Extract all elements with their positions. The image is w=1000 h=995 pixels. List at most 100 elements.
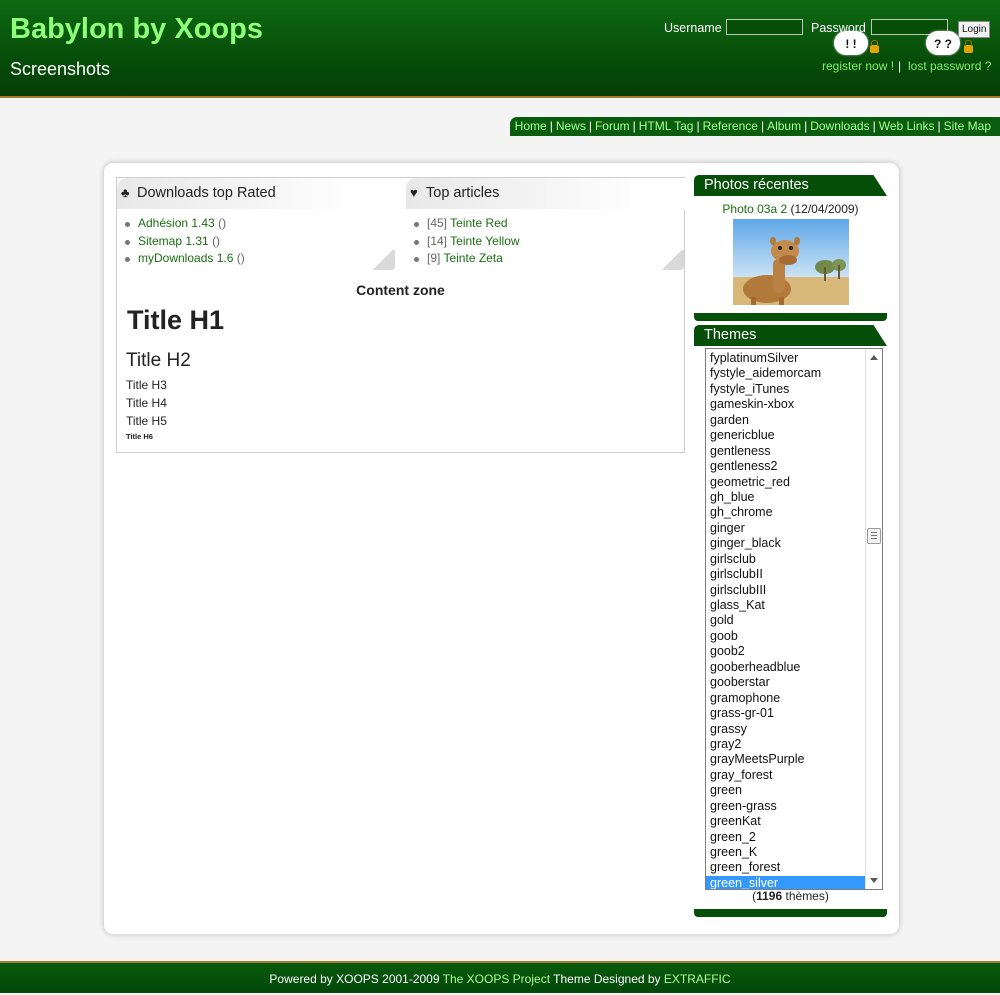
theme-option[interactable]: green-grass [706, 799, 865, 814]
theme-option[interactable]: gentleness [706, 444, 865, 459]
theme-option[interactable]: fystyle_iTunes [706, 382, 865, 397]
theme-option[interactable]: fystyle_aidemorcam [706, 366, 865, 381]
theme-option[interactable]: garden [706, 413, 865, 428]
theme-option[interactable]: grass-gr-01 [706, 706, 865, 721]
list-item: [45] Teinte Red [414, 215, 690, 233]
scrollbar-thumb[interactable] [867, 528, 881, 544]
theme-option[interactable]: gooberstar [706, 675, 865, 690]
center-column: ♣ Downloads top Rated Adhésion 1.43 () S… [116, 177, 690, 453]
lock-icon [870, 40, 879, 53]
heart-icon: ♥ [410, 185, 418, 200]
list-item: [14] Teinte Yellow [414, 233, 690, 251]
theme-option[interactable]: gooberheadblue [706, 660, 865, 675]
theme-option[interactable]: green_K [706, 845, 865, 860]
nav-forum[interactable]: Forum [595, 119, 630, 133]
block-title: Photos récentes [694, 175, 887, 196]
username-input[interactable] [726, 19, 803, 35]
lock-icon [964, 40, 973, 53]
register-link[interactable]: register now ! [822, 59, 894, 73]
recent-photos-block: Photos récentes Photo 03a 2 (12/04/2009) [694, 175, 887, 321]
camel-photo[interactable] [733, 219, 849, 305]
photo-caption: Photo 03a 2 (12/04/2009) [694, 202, 887, 216]
designed-by-text: Theme Designed by [553, 972, 661, 986]
theme-option[interactable]: gold [706, 613, 865, 628]
theme-option[interactable]: green [706, 783, 865, 798]
article-link[interactable]: Teinte Yellow [450, 234, 519, 248]
powered-by-text: Powered by XOOPS 2001-2009 [269, 972, 440, 986]
nav-reference[interactable]: Reference [703, 119, 758, 133]
site-name[interactable]: Babylon by Xoops [10, 13, 263, 46]
theme-option[interactable]: goob [706, 629, 865, 644]
heading-h4: Title H4 [126, 396, 167, 410]
site-slogan: Screenshots [10, 59, 111, 79]
theme-option[interactable]: green_silver [706, 875, 865, 889]
theme-list-scrollbar[interactable] [865, 349, 882, 889]
xoops-project-link[interactable]: The XOOPS Project [443, 972, 550, 986]
content-zone-label: Content zone [356, 282, 445, 298]
login-button[interactable]: Login [958, 21, 991, 38]
theme-option[interactable]: girlsclub [706, 552, 865, 567]
download-link[interactable]: Adhésion 1.43 [138, 216, 215, 230]
downloads-top-rated-block: ♣ Downloads top Rated Adhésion 1.43 () S… [117, 178, 401, 278]
theme-option[interactable]: goob2 [706, 644, 865, 659]
theme-option[interactable]: gameskin-xbox [706, 397, 865, 412]
header-link-separator: | [898, 59, 902, 73]
theme-option[interactable]: gramophone [706, 691, 865, 706]
nav-html-tag[interactable]: HTML Tag [639, 119, 694, 133]
page-curl-decoration [371, 250, 395, 270]
theme-option[interactable]: gray2 [706, 737, 865, 752]
site-footer: Powered by XOOPS 2001-2009 The XOOPS Pro… [0, 961, 1000, 993]
list-item: [9] Teinte Zeta [414, 250, 690, 268]
theme-option[interactable]: geometric_red [706, 475, 865, 490]
nav-downloads[interactable]: Downloads [810, 119, 869, 133]
block-footer [694, 909, 887, 917]
theme-option[interactable]: glass_Kat [706, 598, 865, 613]
register-cloud-icon: ! ! [834, 31, 868, 55]
heading-h2: Title H2 [126, 350, 191, 371]
theme-option[interactable]: fyplatinumSilver [706, 351, 865, 366]
theme-option[interactable]: gh_blue [706, 490, 865, 505]
photo-date: (12/04/2009) [790, 202, 859, 216]
nav-news[interactable]: News [556, 119, 586, 133]
heading-h1: Title H1 [127, 305, 225, 335]
theme-option[interactable]: gentleness2 [706, 459, 865, 474]
scroll-down-arrow-icon[interactable] [870, 878, 878, 883]
nav-web-links[interactable]: Web Links [879, 119, 935, 133]
nav-home[interactable]: Home [515, 119, 547, 133]
article-link[interactable]: Teinte Red [450, 216, 507, 230]
top-articles-block: ♥ Top articles [45] Teinte Red [14] Tein… [406, 178, 690, 278]
nav-site-map[interactable]: Site Map [944, 119, 991, 133]
list-item: Sitemap 1.31 () [125, 233, 401, 251]
download-link[interactable]: myDownloads 1.6 [138, 251, 233, 265]
site-header: Babylon by Xoops Screenshots Username Pa… [0, 0, 1000, 98]
designer-link[interactable]: EXTRAFFIC [664, 972, 731, 986]
theme-option[interactable]: green_forest [706, 860, 865, 875]
theme-option[interactable]: ginger_black [706, 536, 865, 551]
theme-option[interactable]: girlsclubII [706, 567, 865, 582]
theme-select-list[interactable]: fyplatinumSilver fystyle_aidemorcam fystyl… [705, 348, 883, 890]
photo-title-link[interactable]: Photo 03a 2 [722, 202, 787, 216]
list-item: Adhésion 1.43 () [125, 215, 401, 233]
main-navigation: Home | News | Forum | HTML Tag | Reference | Album… [510, 117, 1000, 136]
scroll-up-arrow-icon[interactable] [870, 355, 878, 360]
theme-option[interactable]: green_2 [706, 830, 865, 845]
theme-option[interactable]: grayMeetsPurple [706, 752, 865, 767]
theme-option[interactable]: gray_forest [706, 768, 865, 783]
nav-album[interactable]: Album [767, 119, 801, 133]
club-icon: ♣ [121, 185, 130, 200]
theme-option[interactable]: gh_chrome [706, 505, 865, 520]
theme-option[interactable]: greenKat [706, 814, 865, 829]
theme-option[interactable]: grassy [706, 722, 865, 737]
download-link[interactable]: Sitemap 1.31 [138, 234, 209, 248]
theme-count: (1196 thèmes) [752, 889, 829, 903]
theme-option[interactable]: genericblue [706, 428, 865, 443]
heading-h5: Title H5 [126, 414, 167, 428]
theme-option[interactable]: ginger [706, 521, 865, 536]
article-link[interactable]: Teinte Zeta [443, 251, 502, 265]
list-item: myDownloads 1.6 () [125, 250, 401, 268]
downloads-list: Adhésion 1.43 () Sitemap 1.31 () myDownl… [117, 215, 401, 268]
block-title: ♣ Downloads top Rated [117, 178, 401, 209]
lost-password-link[interactable]: lost password ? [908, 59, 991, 73]
theme-option[interactable]: girlsclubIII [706, 583, 865, 598]
block-title: ♥ Top articles [406, 178, 690, 209]
